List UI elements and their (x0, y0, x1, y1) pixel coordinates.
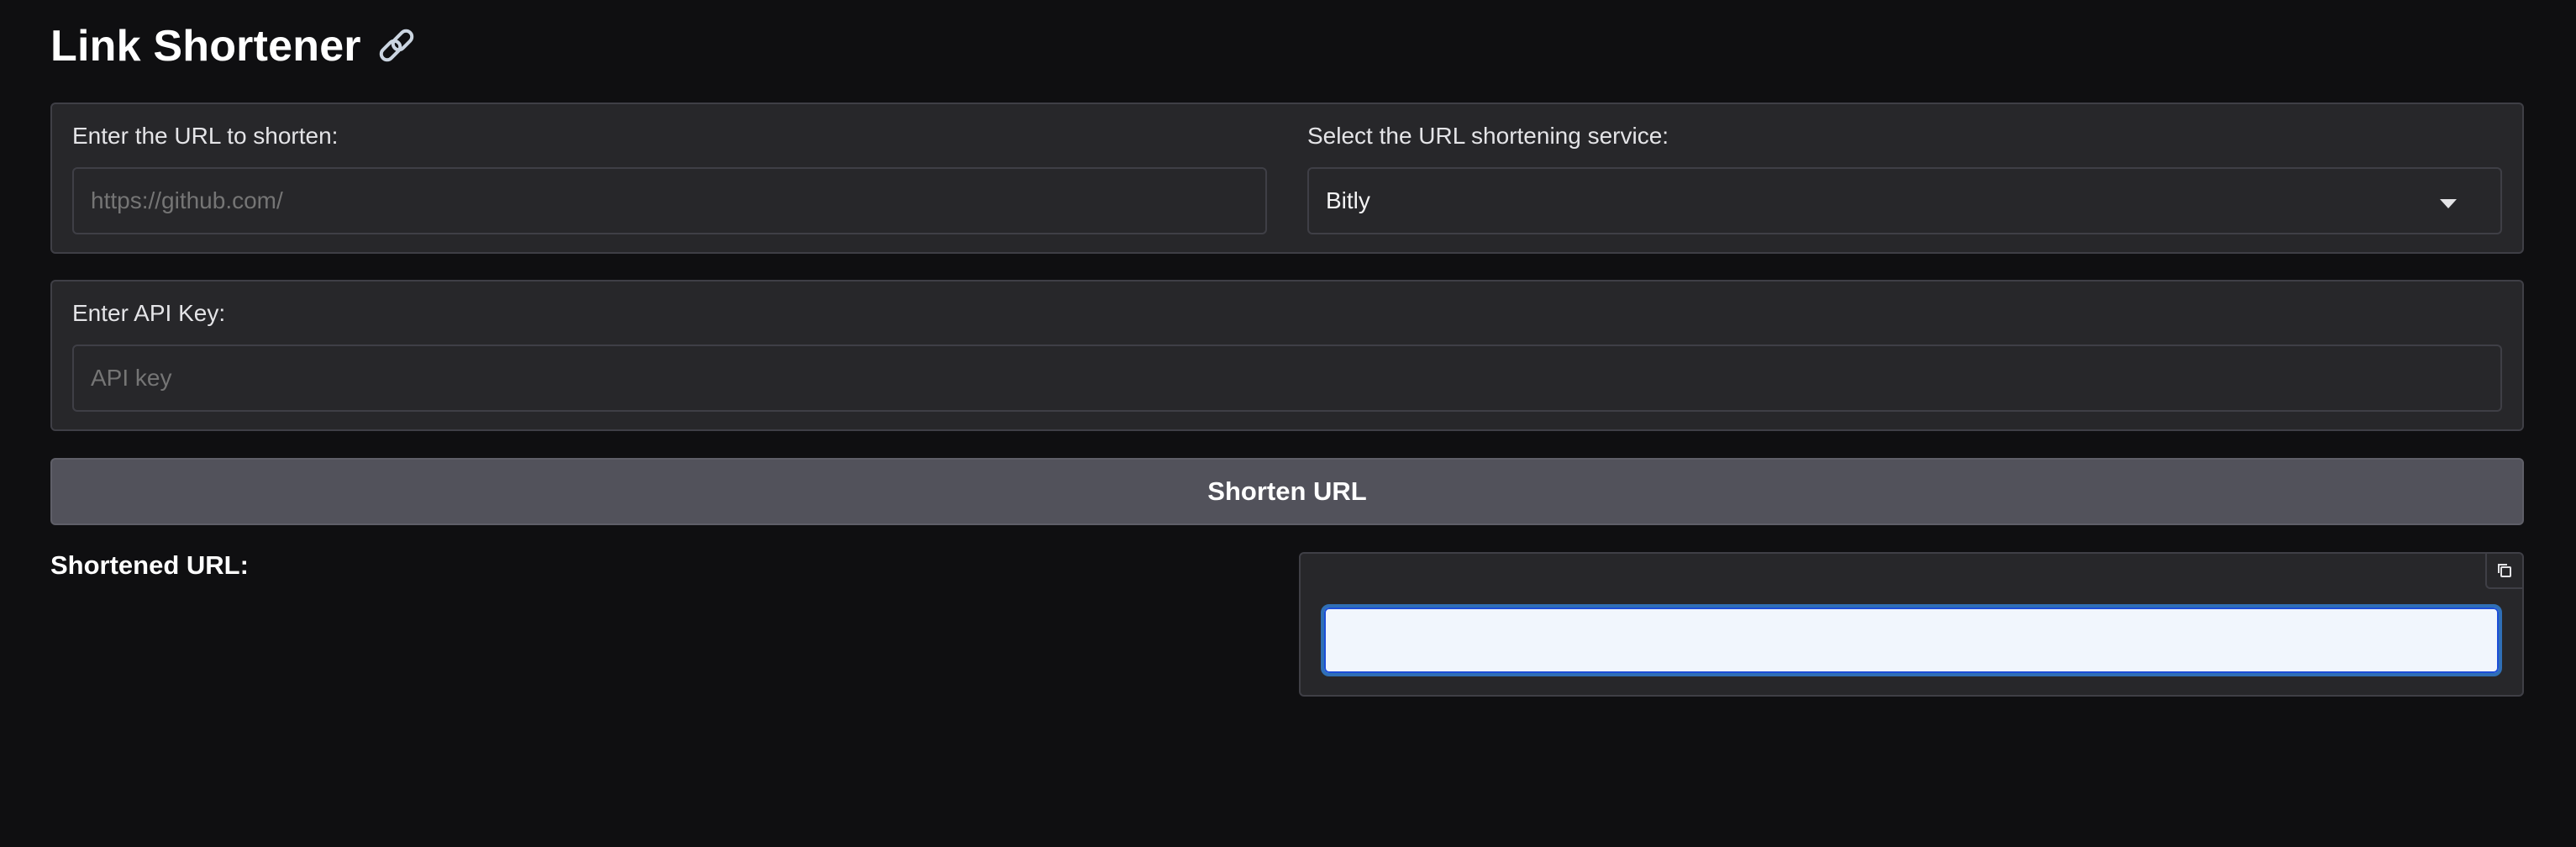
shortened-url-panel (1299, 552, 2524, 697)
url-input-label: Enter the URL to shorten: (72, 123, 339, 149)
shortened-url-label: Shortened URL: (50, 550, 249, 580)
url-and-service-panel: Enter the URL to shorten: Select the URL… (50, 103, 2524, 254)
link-shortener-page: Link Shortener Enter the URL to shorten:… (0, 0, 2576, 847)
api-key-label: Enter API Key: (72, 300, 226, 326)
url-input[interactable] (72, 167, 1267, 234)
service-select-label: Select the URL shortening service: (1307, 123, 1669, 149)
shortened-url-output[interactable] (1321, 604, 2502, 676)
page-title-text: Link Shortener (50, 22, 361, 71)
chevron-down-icon (2440, 199, 2457, 208)
service-select[interactable]: Bitly (1307, 167, 2502, 234)
shorten-url-button[interactable]: Shorten URL (50, 458, 2524, 525)
copy-icon (2498, 564, 2511, 577)
service-select-value: Bitly (1326, 187, 1370, 213)
api-key-input[interactable] (72, 345, 2502, 412)
page-title: Link Shortener (50, 18, 420, 74)
api-key-panel: Enter API Key: (50, 280, 2524, 431)
shorten-url-button-label: Shorten URL (1207, 476, 1367, 506)
link-icon (373, 23, 420, 70)
copy-button[interactable] (2485, 554, 2522, 589)
